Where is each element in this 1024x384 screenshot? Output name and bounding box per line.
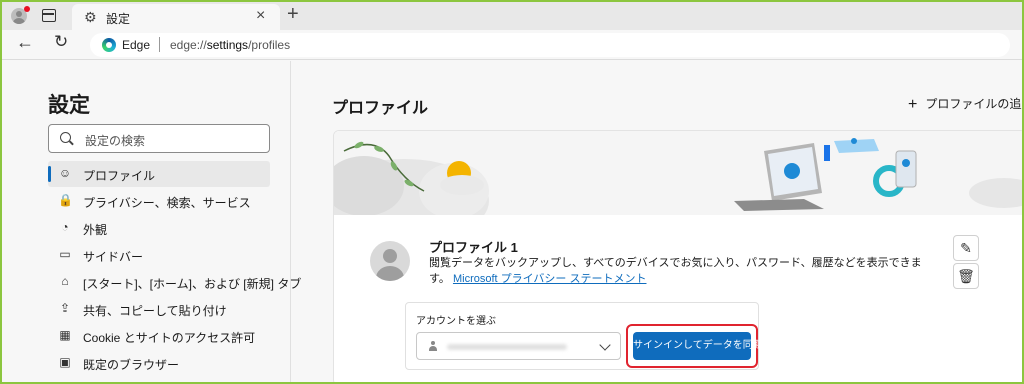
account-picker-panel: アカウントを選ぶ サインインしてデータを同期: [405, 302, 763, 370]
search-icon: [60, 132, 71, 143]
address-separator: [159, 37, 160, 52]
tab-actions-icon[interactable]: [42, 9, 56, 22]
profile-name: プロファイル 1: [429, 240, 518, 255]
pencil-icon: ✎: [960, 240, 972, 256]
profile-avatar: [370, 241, 410, 281]
profile-banner-illustration: [334, 131, 1022, 215]
settings-sidebar: 設定 設定の検索 ☺ プロファイル 🔒 プライバシー、検索、サービス ◔ 外観 ▭ サイドバー…: [2, 61, 301, 382]
chevron-down-icon: [599, 339, 611, 351]
page-title: プロファイル: [332, 100, 429, 117]
sidebar-item[interactable]: ⌂ [スタート]、[ホーム]、および [新規] タブ: [48, 269, 301, 295]
share-icon: ⇪: [59, 301, 71, 315]
browser-window: ⚙ 設定 × + ← ↻ Edge edge://settings/profil…: [0, 0, 1024, 384]
tab-settings[interactable]: ⚙ 設定 ×: [72, 4, 280, 30]
redacted-email: [447, 344, 567, 350]
active-indicator: [48, 166, 51, 182]
sidebar-item[interactable]: ▣ 既定のブラウザー: [48, 350, 270, 376]
edge-logo-icon: [102, 38, 116, 52]
profile-description: 閲覧データをバックアップし、すべてのデバイスでお気に入り、パスワード、履歴などを…: [429, 257, 922, 285]
person-icon: [429, 341, 437, 352]
sidebar-title: 設定: [48, 94, 90, 117]
tab-close-button[interactable]: ×: [256, 7, 265, 25]
back-button[interactable]: ←: [16, 32, 34, 53]
sign-in-sync-button[interactable]: サインインしてデータを同期: [633, 332, 763, 360]
navigation-toolbar: ← ↻ Edge edge://settings/profiles: [2, 30, 1022, 60]
highlight-box: サインインしてデータを同期: [626, 324, 763, 368]
add-profile-button[interactable]: + プロファイルの追加: [908, 95, 1022, 114]
search-input[interactable]: 設定の検索: [48, 124, 270, 153]
url-text: edge://settings/profiles: [170, 38, 291, 52]
gear-icon: ⚙: [84, 9, 97, 25]
home-tab-icon: ⌂: [61, 274, 69, 288]
profile-icon: ☺: [58, 166, 72, 180]
search-placeholder: 設定の検索: [85, 134, 146, 148]
privacy-statement-link[interactable]: Microsoft プライバシー ステートメント: [453, 273, 647, 285]
site-label: Edge: [122, 38, 151, 52]
delete-profile-button[interactable]: 🗑: [953, 263, 979, 289]
sidebar-item[interactable]: 🔒 プライバシー、検索、サービス: [48, 188, 270, 214]
tab-strip: ⚙ 設定 × +: [2, 2, 1022, 30]
appearance-icon: ◔: [61, 220, 69, 234]
sidebar-item[interactable]: ◔ 外観: [48, 215, 270, 241]
sidebar-item[interactable]: ☺ プロファイル: [48, 161, 270, 187]
sidebar-item[interactable]: ⇪ 共有、コピーして貼り付け: [48, 296, 270, 322]
notification-dot: [24, 6, 30, 12]
tab-title: 設定: [106, 12, 131, 26]
profile-card: プロファイル 1 閲覧データをバックアップし、すべてのデバイスでお気に入り、パス…: [333, 130, 1022, 382]
sidebar-item-label: プロファイル: [83, 169, 156, 183]
browser-icon: ▣: [59, 355, 71, 369]
sidebar-item-label: プライバシー、検索、サービス: [83, 196, 251, 210]
edit-profile-button[interactable]: ✎: [953, 235, 979, 261]
sidebar-item-label: [スタート]、[ホーム]、および [新規] タブ: [83, 277, 302, 291]
sidebar-item-label: サイドバー: [83, 250, 144, 264]
sidebar-item-label: 既定のブラウザー: [83, 358, 180, 372]
sidebar-item-label: 外観: [83, 223, 108, 237]
address-bar[interactable]: Edge edge://settings/profiles: [90, 33, 1010, 57]
sidebar-item[interactable]: ▦ Cookie とサイトのアクセス許可: [48, 323, 270, 349]
cookie-icon: ▦: [59, 328, 71, 342]
refresh-button[interactable]: ↻: [54, 32, 68, 52]
account-select[interactable]: [416, 332, 621, 360]
plus-icon: +: [908, 96, 918, 113]
account-label: アカウントを選ぶ: [416, 316, 496, 327]
sidebar-icon: ▭: [59, 247, 71, 261]
sidebar-item-label: 共有、コピーして貼り付け: [83, 304, 227, 318]
lock-icon: 🔒: [58, 193, 73, 207]
new-tab-button[interactable]: +: [287, 3, 299, 26]
sidebar-item-label: Cookie とサイトのアクセス許可: [83, 331, 256, 345]
trash-icon: 🗑: [957, 268, 975, 284]
sidebar-item[interactable]: ▭ サイドバー: [48, 242, 270, 268]
